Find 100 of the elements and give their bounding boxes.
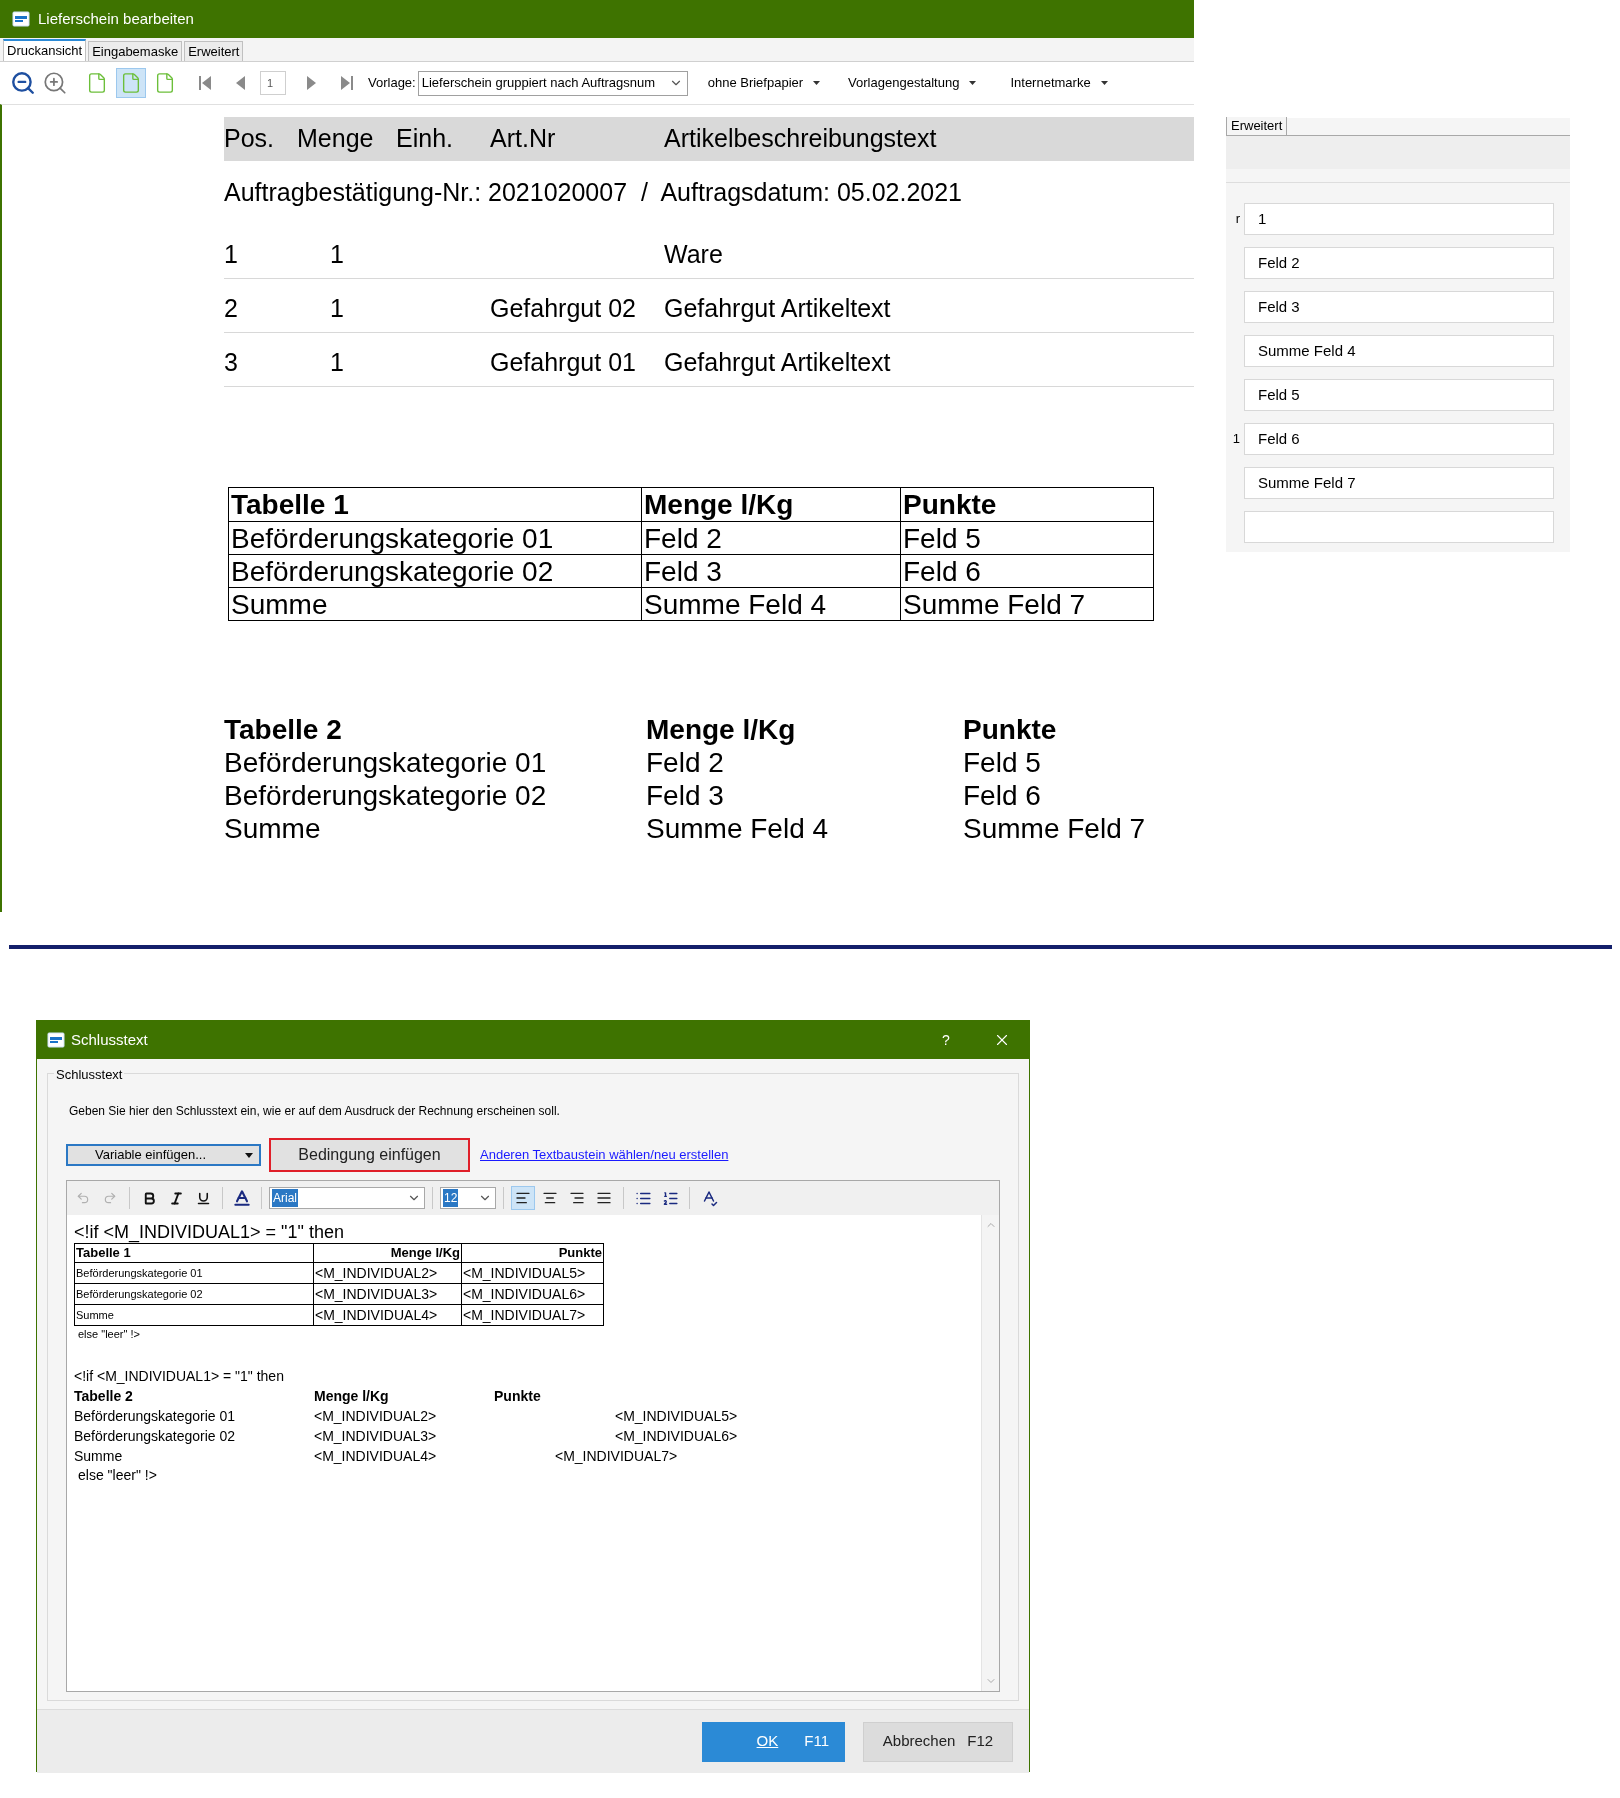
table-cell: <M_INDIVIDUAL4>: [313, 1305, 461, 1325]
table-cell-text: Summe Feld 4: [646, 811, 830, 846]
table-cell-text: Beförderungskategorie 01: [230, 522, 555, 554]
column-header: Artikelbeschreibungstext: [664, 123, 937, 155]
app-icon: [12, 11, 30, 27]
table-cell-text: 2: [224, 292, 239, 324]
page-icon: [154, 72, 176, 94]
field-label: r: [1235, 210, 1240, 229]
table-cell-text: Menge l/Kg: [646, 712, 797, 747]
table-cell: <M_INDIVIDUAL7>: [461, 1305, 603, 1325]
input-field[interactable]: Feld 3: [1244, 291, 1554, 323]
table-cell-text: Beförderungskategorie 01: [75, 1266, 204, 1281]
caret-icon: [1100, 81, 1108, 85]
table-cell: <M_INDIVIDUAL2>: [313, 1263, 461, 1283]
dropdown-menu[interactable]: Vorlagengestaltung: [848, 73, 977, 93]
input-field[interactable]: Feld 2: [1244, 247, 1554, 279]
table-cell-text: Summe: [75, 1308, 115, 1323]
dropdown-menu[interactable]: Internetmarke: [1010, 73, 1108, 93]
table-cell-text: Feld 2: [646, 745, 725, 780]
ok-button[interactable]: OK F11: [702, 1721, 845, 1762]
table-cell-text: Ware: [664, 238, 723, 270]
table-cell-text: Summe: [230, 588, 329, 620]
table-cell: Gefahrgut 01: [490, 347, 636, 376]
template-link[interactable]: Anderen Textbaustein wählen/neu erstellen: [480, 1145, 729, 1165]
page-icon: [86, 72, 108, 94]
text-editor[interactable]: [66, 1180, 1000, 1692]
column-header: Art.Nr: [490, 123, 557, 155]
table-cell: Summe Feld 7: [900, 588, 1153, 620]
table-cell-text: Beförderungskategorie 02: [224, 778, 548, 813]
table-cell-text: Beförderungskategorie 02: [230, 555, 555, 587]
editor-text: <M_INDIVIDUAL6>: [614, 1427, 738, 1446]
input-field[interactable]: Summe Feld 4: [1244, 335, 1554, 367]
page-icon: [120, 72, 142, 94]
editor-text: Beförderungskategorie 02: [74, 1427, 237, 1446]
table-cell: Feld 2: [641, 522, 900, 554]
column-header: Menge: [297, 123, 375, 155]
template-select[interactable]: Lieferschein gruppiert nach Auftragsnum: [417, 70, 688, 96]
editor-text: <M_INDIVIDUAL2>: [314, 1407, 438, 1426]
editor-text: <M_INDIVIDUAL5>: [614, 1407, 738, 1426]
cancel-button[interactable]: Abbrechen F12: [863, 1721, 1013, 1762]
first-page-icon[interactable]: [198, 74, 214, 92]
input-field[interactable]: 1: [1244, 203, 1554, 235]
input-field[interactable]: [1244, 511, 1554, 543]
table-cell-text: Feld 6: [963, 778, 1041, 813]
table-cell-text: Feld 3: [646, 778, 725, 813]
order-line: Auftragbestätigung-Nr.: 2021020007 / Auftragsdatum: 05.02.2021: [224, 177, 963, 209]
description-text: Geben Sie hier den Schlusstext ein, wie er auf dem Ausdruck der Rechnung erscheinen soll.: [68, 1103, 561, 1120]
zoom-out-icon[interactable]: [10, 70, 36, 96]
table-cell: <M_INDIVIDUAL3>: [313, 1284, 461, 1304]
caret-icon: [245, 1152, 253, 1158]
table-cell-text: Beförderungskategorie 02: [75, 1287, 204, 1302]
table-cell: Menge l/Kg: [313, 1244, 461, 1262]
editor-text: else "leer" !>: [77, 1466, 158, 1484]
table-cell: <M_INDIVIDUAL5>: [461, 1263, 603, 1283]
caret-icon: [813, 81, 821, 85]
last-page-icon[interactable]: [338, 74, 354, 92]
table-cell-text: 1: [224, 238, 239, 270]
table-cell: <M_INDIVIDUAL6>: [461, 1284, 603, 1304]
align-left-icon[interactable]: [511, 1186, 535, 1210]
table-cell: Menge l/Kg: [641, 488, 900, 521]
editor-text: Menge l/Kg: [314, 1387, 390, 1406]
table-cell-text: Punkte: [963, 712, 1057, 747]
font-select[interactable]: Arial: [269, 1187, 425, 1209]
editor-text: <M_INDIVIDUAL3>: [314, 1427, 438, 1446]
table-cell-text: Summe: [224, 811, 322, 846]
tab[interactable]: Erweitert: [1226, 117, 1288, 135]
table-cell-text: Summe Feld 7: [963, 811, 1146, 846]
table-cell-text: Feld 5: [963, 745, 1041, 780]
table-cell: Punkte: [461, 1244, 603, 1262]
dialog-title: Schlusstext: [71, 1029, 148, 1050]
table-cell-text: Beförderungskategorie 01: [224, 745, 548, 780]
table-cell-text: 1: [330, 292, 345, 324]
insert-condition-button[interactable]: Bedingung einfügen: [269, 1138, 470, 1172]
caret-icon: [969, 81, 977, 85]
window-title: Lieferschein bearbeiten: [38, 8, 194, 29]
table-cell-text: 1: [330, 346, 345, 378]
input-field[interactable]: Feld 6: [1244, 423, 1554, 455]
tab[interactable]: Eingabemaske: [88, 41, 183, 61]
template-label: Vorlage:: [368, 74, 416, 93]
editor-text: Punkte: [494, 1387, 541, 1406]
page-number-field[interactable]: 1: [260, 71, 286, 95]
tab[interactable]: Erweitert: [184, 41, 244, 61]
editor-text: <M_INDIVIDUAL4>: [314, 1447, 438, 1466]
column-header: Pos.: [224, 123, 276, 155]
input-field[interactable]: Feld 5: [1244, 379, 1554, 411]
editor-text: <!if <M_INDIVIDUAL1> = "1" then: [74, 1221, 345, 1243]
editor-text: <!if <M_INDIVIDUAL1> = "1" then: [74, 1367, 285, 1386]
editor-text: Summe: [74, 1447, 124, 1466]
zoom-in-icon[interactable]: [42, 70, 68, 96]
input-field[interactable]: Summe Feld 7: [1244, 467, 1554, 499]
table-cell: Summe Feld 4: [641, 588, 900, 620]
column-header: Einh.: [396, 123, 454, 155]
table-cell-text: Gefahrgut Artikeltext: [664, 346, 891, 378]
variable-select[interactable]: Variable einfügen...: [66, 1144, 261, 1166]
help-button[interactable]: ?: [923, 1021, 969, 1059]
tab[interactable]: Druckansicht: [3, 39, 87, 61]
dropdown-menu[interactable]: ohne Briefpapier: [707, 73, 821, 93]
table-cell-text: Tabelle 1: [75, 1244, 132, 1262]
table-cell-text: Gefahrgut Artikeltext: [664, 292, 891, 324]
font-size-select[interactable]: 12: [440, 1187, 496, 1209]
